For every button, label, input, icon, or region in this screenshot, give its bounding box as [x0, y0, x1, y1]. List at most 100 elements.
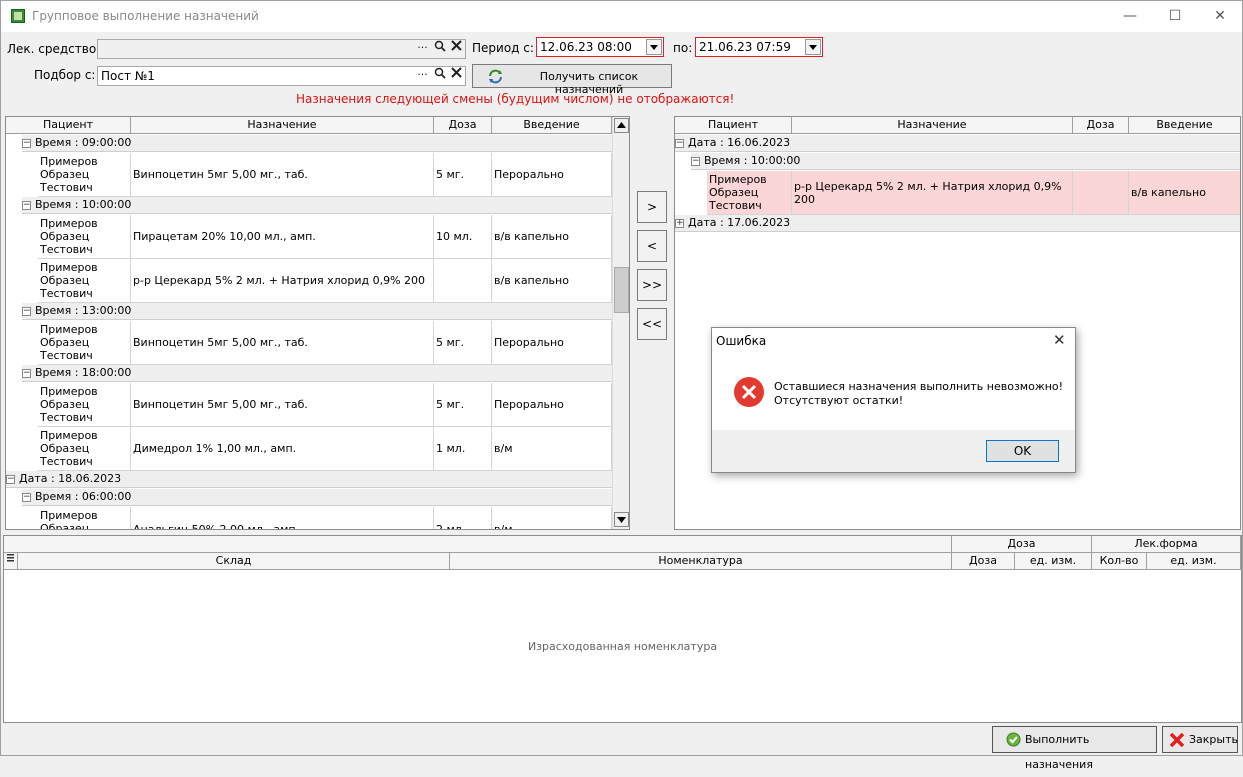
- dialog-message: Оставшиеся назначения выполнить невозмож…: [774, 380, 1063, 408]
- dialog-message-line1: Оставшиеся назначения выполнить невозмож…: [774, 380, 1064, 393]
- app-icon: [11, 9, 25, 23]
- period-from-dropdown-icon[interactable]: [646, 39, 662, 55]
- col-patient[interactable]: Пациент: [675, 117, 792, 133]
- refresh-icon: [489, 69, 502, 84]
- warning-message: Назначения следующей смены (будущим числ…: [296, 92, 735, 106]
- maximize-button[interactable]: ☐: [1152, 1, 1198, 32]
- scroll-thumb[interactable]: [614, 267, 629, 313]
- group-row[interactable]: − Время : 10:00:00: [691, 153, 1240, 170]
- vertical-scrollbar[interactable]: [612, 117, 629, 529]
- group-row[interactable]: − Время : 13:00:00: [22, 303, 612, 320]
- minimize-button[interactable]: —: [1107, 1, 1153, 32]
- table-row[interactable]: Примеров Образец Анальгин 50% 2,00 мл., …: [38, 507, 612, 529]
- col-prescription[interactable]: Назначение: [792, 117, 1073, 133]
- title-bar: Групповое выполнение назначений — ☐ ✕: [1, 1, 1242, 32]
- grid-header: Пациент Назначение Доза Введение: [675, 117, 1240, 134]
- move-all-left-button[interactable]: <<: [637, 308, 667, 340]
- period-label: Период с:: [472, 41, 534, 55]
- table-row[interactable]: Примеров Образец Тестович Винпоцетин 5мг…: [38, 153, 612, 197]
- collapse-icon[interactable]: −: [6, 474, 15, 484]
- table-row[interactable]: Примеров Образец Тестович Димедрол 1% 1,…: [38, 427, 612, 471]
- col-store[interactable]: Склад: [18, 553, 450, 570]
- error-dialog: Ошибка ✕ Оставшиеся назначения выполнить…: [711, 327, 1076, 473]
- group-header-dose: Доза: [952, 536, 1092, 553]
- col-form-unit[interactable]: ед. изм.: [1147, 553, 1241, 570]
- checkmark-icon: [1006, 732, 1021, 747]
- collapse-icon[interactable]: −: [22, 368, 31, 378]
- period-from-value: 12.06.23 08:00: [540, 40, 632, 54]
- collapse-icon[interactable]: −: [675, 138, 684, 148]
- dialog-footer: OK: [712, 430, 1075, 472]
- group-row[interactable]: − Время : 10:00:00: [22, 197, 612, 214]
- collapse-icon[interactable]: −: [22, 200, 31, 210]
- column-chooser-icon[interactable]: [4, 553, 18, 570]
- period-to-dropdown-icon[interactable]: [805, 39, 821, 55]
- close-label: Закрыть: [1189, 733, 1238, 746]
- close-button[interactable]: Закрыть: [1162, 726, 1238, 753]
- period-to-label: по:: [673, 41, 693, 55]
- empty-grid-text: Израсходованная номенклатура: [527, 640, 718, 653]
- period-to-value: 21.06.23 07:59: [699, 40, 791, 54]
- scroll-up-icon[interactable]: [614, 118, 629, 133]
- dialog-close-icon[interactable]: ✕: [1053, 331, 1066, 349]
- table-row[interactable]: Примеров Образец Тестович Винпоцетин 5мг…: [38, 321, 612, 365]
- table-row[interactable]: Примеров Образец Тестович р-р Церекард 5…: [38, 259, 612, 303]
- group-row[interactable]: − Дата : 18.06.2023: [6, 471, 612, 488]
- search-selection-icon[interactable]: [431, 67, 448, 85]
- error-icon: [734, 377, 764, 407]
- expand-icon[interactable]: +: [675, 218, 684, 228]
- table-row-highlighted[interactable]: Примеров Образец Тестович р-р Церекард 5…: [707, 171, 1240, 215]
- drug-label: Лек. средство:: [7, 42, 101, 56]
- selection-field[interactable]: Пост №1 ···: [97, 66, 466, 86]
- drug-field[interactable]: ···: [97, 39, 466, 59]
- move-left-button[interactable]: <: [637, 230, 667, 262]
- col-dose[interactable]: Доза: [1073, 117, 1129, 133]
- col-patient[interactable]: Пациент: [6, 117, 131, 133]
- group-header-form: Лек.форма: [1092, 536, 1241, 553]
- move-all-right-button[interactable]: >>: [637, 269, 667, 301]
- col-quantity[interactable]: Кол-во: [1092, 553, 1147, 570]
- pending-prescriptions-grid[interactable]: Пациент Назначение Доза Введение − Время …: [5, 116, 630, 530]
- get-list-button[interactable]: Получить список назначений: [472, 64, 672, 96]
- browse-selection-button[interactable]: ···: [414, 67, 431, 85]
- col-prescription[interactable]: Назначение: [131, 117, 434, 133]
- group-row[interactable]: + Дата : 17.06.2023: [675, 215, 1240, 232]
- group-row[interactable]: − Время : 09:00:00: [22, 135, 612, 152]
- consumed-nomenclature-grid[interactable]: Доза Лек.форма Склад Номенклатура Доза е…: [3, 535, 1242, 723]
- collapse-icon[interactable]: −: [691, 156, 700, 166]
- selection-label: Подбор с:: [34, 68, 96, 82]
- window-title: Групповое выполнение назначений: [32, 9, 259, 23]
- clear-drug-icon[interactable]: [448, 40, 465, 58]
- dialog-message-line2: Отсутствуют остатки!: [774, 394, 904, 407]
- group-row[interactable]: − Время : 06:00:00: [22, 489, 612, 506]
- collapse-icon[interactable]: −: [22, 306, 31, 316]
- ok-button[interactable]: OK: [986, 440, 1059, 462]
- col-route[interactable]: Введение: [492, 117, 612, 133]
- grid-header: Пациент Назначение Доза Введение: [6, 117, 612, 134]
- clear-selection-icon[interactable]: [448, 67, 465, 85]
- col-dose-value[interactable]: Доза: [952, 553, 1015, 570]
- table-row[interactable]: Примеров Образец Тестович Пирацетам 20% …: [38, 215, 612, 259]
- period-from-field[interactable]: 12.06.23 08:00: [536, 37, 664, 57]
- execute-label: Выполнить назначения: [1025, 733, 1093, 771]
- col-dose[interactable]: Доза: [434, 117, 492, 133]
- group-row[interactable]: − Дата : 16.06.2023: [675, 135, 1240, 152]
- close-window-button[interactable]: ✕: [1197, 1, 1243, 32]
- close-x-icon: [1169, 732, 1185, 748]
- move-right-button[interactable]: >: [637, 191, 667, 223]
- col-route[interactable]: Введение: [1129, 117, 1240, 133]
- col-nomenclature[interactable]: Номенклатура: [450, 553, 952, 570]
- dialog-title: Ошибка: [716, 334, 767, 348]
- collapse-icon[interactable]: −: [22, 492, 31, 502]
- selection-field-value: Пост №1: [101, 69, 155, 83]
- collapse-icon[interactable]: −: [22, 138, 31, 148]
- search-drug-icon[interactable]: [431, 40, 448, 58]
- main-window: Групповое выполнение назначений — ☐ ✕ Ле…: [0, 0, 1243, 771]
- scroll-down-icon[interactable]: [614, 512, 629, 527]
- col-dose-unit[interactable]: ед. изм.: [1015, 553, 1092, 570]
- execute-prescriptions-button[interactable]: Выполнить назначения: [992, 726, 1157, 771]
- period-to-field[interactable]: 21.06.23 07:59: [695, 37, 823, 57]
- group-row[interactable]: − Время : 18:00:00: [22, 365, 612, 382]
- browse-drug-button[interactable]: ···: [414, 40, 431, 58]
- table-row[interactable]: Примеров Образец Тестович Винпоцетин 5мг…: [38, 383, 612, 427]
